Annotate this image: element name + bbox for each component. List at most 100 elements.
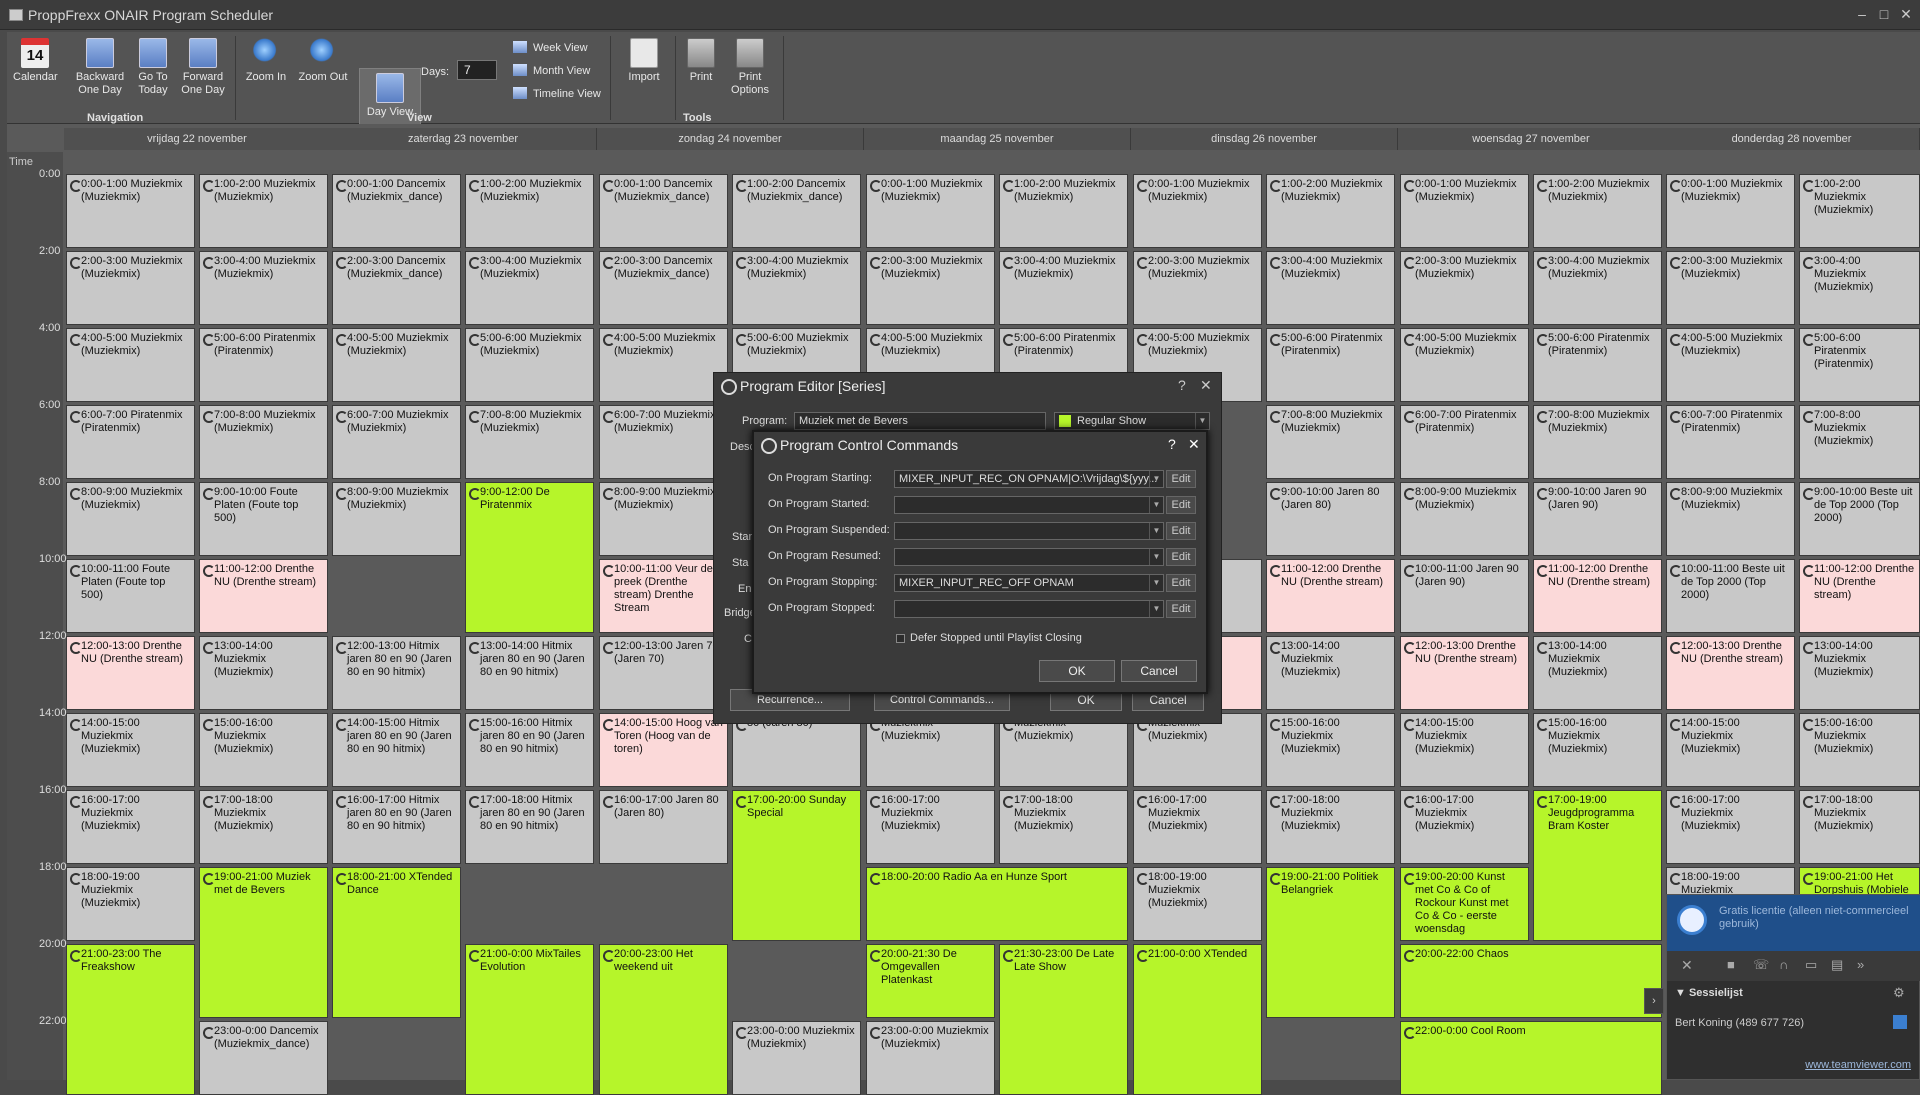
program-event[interactable]: 10:00-11:00 Veur de preek (Drenthe strea… [599, 559, 728, 633]
program-event[interactable]: 6:00-7:00 Piratenmix (Piratenmix) [1400, 405, 1529, 479]
program-event[interactable]: 4:00-5:00 Muziekmix (Muziekmix) [66, 328, 195, 402]
program-event[interactable]: 1:00-2:00 Dancemix (Muziekmix_dance) [732, 174, 861, 248]
program-event[interactable]: 20:00-21:30 De Omgevallen Platenkast [866, 944, 995, 1018]
chevron-right-icon[interactable]: › [1644, 988, 1664, 1014]
program-event[interactable]: 19:00-21:00 Politiek Belangriek [1266, 867, 1395, 1018]
program-event[interactable]: 9:00-10:00 Jaren 90 (Jaren 90) [1533, 482, 1662, 556]
program-event[interactable]: 8:00-9:00 Muziekmix (Muziekmix) [66, 482, 195, 556]
month-view-button[interactable]: Month View [513, 61, 590, 81]
program-event[interactable]: 0:00-1:00 Dancemix (Muziekmix_dance) [599, 174, 728, 248]
close-icon[interactable]: ✕ [1896, 4, 1916, 24]
program-event[interactable]: 9:00-10:00 Beste uit de Top 2000 (Top 20… [1799, 482, 1920, 556]
program-event[interactable]: 9:00-10:00 Jaren 80 (Jaren 80) [1266, 482, 1395, 556]
program-event[interactable]: 12:00-13:00 Drenthe NU (Drenthe stream) [1666, 636, 1795, 710]
program-event[interactable]: 11:00-12:00 Drenthe NU (Drenthe stream) [199, 559, 328, 633]
program-event[interactable]: 10:00-11:00 Beste uit de Top 2000 (Top 2… [1666, 559, 1795, 633]
session-list-title[interactable]: ▼ Sessielijst [1675, 987, 1743, 999]
edit-button[interactable]: Edit [1166, 574, 1196, 592]
program-event[interactable]: 4:00-5:00 Muziekmix (Muziekmix) [332, 328, 461, 402]
day-header[interactable]: donderdag 28 november [1664, 128, 1920, 150]
program-event[interactable]: 13:00-14:00 Muziekmix (Muziekmix) [1799, 636, 1920, 710]
program-event[interactable]: 8:00-9:00 Muziekmix (Muziekmix) [332, 482, 461, 556]
program-event[interactable]: 2:00-3:00 Dancemix (Muziekmix_dance) [332, 251, 461, 325]
zoom-in-button[interactable]: Zoom In [241, 38, 291, 84]
program-event[interactable]: 6:00-7:00 Muziekmix (Muziekmix) [332, 405, 461, 479]
program-event[interactable]: 14:00-15:00 Hitmix jaren 80 en 90 (Jaren… [332, 713, 461, 787]
program-event[interactable]: 6:00-7:00 Muziekmix (Muziekmix) [599, 405, 728, 479]
program-event[interactable]: 13:00-14:00 Muziekmix (Muziekmix) [1533, 636, 1662, 710]
program-event[interactable]: 17:00-18:00 Muziekmix (Muziekmix) [1266, 790, 1395, 864]
program-event[interactable]: 6:00-7:00 Piratenmix (Piratenmix) [1666, 405, 1795, 479]
command-field[interactable]: ▼ [894, 600, 1164, 618]
program-event[interactable]: 18:00-19:00 Muziekmix (Muziekmix) [66, 867, 195, 941]
days-spinner[interactable]: 7 [457, 60, 497, 80]
program-event[interactable]: 23:00-0:00 Dancemix (Muziekmix_dance) [199, 1021, 328, 1095]
program-event[interactable]: 1:00-2:00 Muziekmix (Muziekmix) [199, 174, 328, 248]
program-event[interactable]: 2:00-3:00 Muziekmix (Muziekmix) [1666, 251, 1795, 325]
program-event[interactable]: 16:00-17:00 Muziekmix (Muziekmix) [66, 790, 195, 864]
program-event[interactable]: 16:00-17:00 Hitmix jaren 80 en 90 (Jaren… [332, 790, 461, 864]
program-event[interactable]: 3:00-4:00 Muziekmix (Muziekmix) [732, 251, 861, 325]
import-button[interactable]: Import [619, 38, 669, 84]
program-event[interactable]: 17:00-18:00 Muziekmix (Muziekmix) [1799, 790, 1920, 864]
program-event[interactable]: 0:00-1:00 Dancemix (Muziekmix_dance) [332, 174, 461, 248]
edit-button[interactable]: Edit [1166, 548, 1196, 566]
print-button[interactable]: Print [681, 38, 721, 84]
command-field[interactable]: MIXER_INPUT_REC_OFF OPNAM ▼ [894, 574, 1164, 592]
maximize-icon[interactable]: □ [1874, 4, 1894, 24]
program-event[interactable]: 14:00-15:00 Muziekmix (Muziekmix) [66, 713, 195, 787]
timeline-view-button[interactable]: Timeline View [513, 84, 601, 104]
program-event[interactable]: 14:00-15:00 Muziekmix (Muziekmix) [1400, 713, 1529, 787]
help-icon[interactable]: ? [1168, 436, 1176, 452]
program-event[interactable]: 15:00-16:00 Muziekmix (Muziekmix) [199, 713, 328, 787]
program-event[interactable]: 17:00-18:00 Hitmix jaren 80 en 90 (Jaren… [465, 790, 594, 864]
program-event[interactable]: 4:00-5:00 Muziekmix (Muziekmix) [1666, 328, 1795, 402]
program-event[interactable]: Muziekmix (Muziekmix) [1133, 713, 1262, 787]
program-event[interactable]: 3:00-4:00 Muziekmix (Muziekmix) [999, 251, 1128, 325]
pcc-ok-button[interactable]: OK [1039, 660, 1115, 682]
program-event[interactable]: 13:00-14:00 Muziekmix (Muziekmix) [199, 636, 328, 710]
program-event[interactable]: 11:00-12:00 Drenthe NU (Drenthe stream) [1799, 559, 1920, 633]
program-event[interactable]: 8:00-9:00 Muziekmix (Muziekmix) [1400, 482, 1529, 556]
program-event[interactable]: 9:00-10:00 Foute Platen (Foute top 500) [199, 482, 328, 556]
program-event[interactable]: 10:00-11:00 Jaren 90 (Jaren 90) [1400, 559, 1529, 633]
program-event[interactable]: 16:00-17:00 Muziekmix (Muziekmix) [866, 790, 995, 864]
program-event[interactable]: 80 (Jaren 80) [732, 713, 861, 787]
program-event[interactable]: 11:00-12:00 Drenthe NU (Drenthe stream) [1533, 559, 1662, 633]
program-event[interactable]: 4:00-5:00 Muziekmix (Muziekmix) [1400, 328, 1529, 402]
program-event[interactable]: 17:00-20:00 Sunday Special [732, 790, 861, 941]
program-event[interactable]: 1:00-2:00 Muziekmix (Muziekmix) [1799, 174, 1920, 248]
command-field[interactable]: ▼ [894, 548, 1164, 566]
day-header[interactable]: zaterdag 23 november [330, 128, 597, 150]
program-event[interactable]: 1:00-2:00 Muziekmix (Muziekmix) [999, 174, 1128, 248]
program-event[interactable]: 7:00-8:00 Muziekmix (Muziekmix) [465, 405, 594, 479]
print-options-button[interactable]: Print Options [725, 38, 775, 97]
teamviewer-link[interactable]: www.teamviewer.com [1805, 1059, 1911, 1071]
program-event[interactable]: 13:00-14:00 Muziekmix (Muziekmix) [1266, 636, 1395, 710]
program-event[interactable]: 21:00-0:00 MixTailes Evolution [465, 944, 594, 1095]
command-field[interactable]: ▼ [894, 496, 1164, 514]
command-field[interactable]: ▼ [894, 522, 1164, 540]
program-event[interactable]: 21:00-0:00 XTended [1133, 944, 1262, 1095]
program-event[interactable]: 1:00-2:00 Muziekmix (Muziekmix) [1533, 174, 1662, 248]
program-event[interactable]: 20:00-22:00 Chaos [1400, 944, 1662, 1018]
program-event[interactable]: 9:00-12:00 De Piratenmix [465, 482, 594, 633]
program-event[interactable]: 5:00-6:00 Piratenmix (Piratenmix) [1266, 328, 1395, 402]
program-event[interactable]: 0:00-1:00 Muziekmix (Muziekmix) [66, 174, 195, 248]
program-event[interactable]: Muziekmix (Muziekmix) [999, 713, 1128, 787]
program-event[interactable]: 18:00-20:00 Radio Aa en Hunze Sport [866, 867, 1128, 941]
program-event[interactable]: 6:00-7:00 Piratenmix (Piratenmix) [66, 405, 195, 479]
day-header[interactable]: vrijdag 22 november [64, 128, 331, 150]
program-event[interactable]: 7:00-8:00 Muziekmix (Muziekmix) [1533, 405, 1662, 479]
program-event[interactable]: 2:00-3:00 Muziekmix (Muziekmix) [1400, 251, 1529, 325]
program-event[interactable]: 0:00-1:00 Muziekmix (Muziekmix) [1400, 174, 1529, 248]
program-event[interactable]: 21:30-23:00 De Late Late Show [999, 944, 1128, 1095]
program-event[interactable]: 2:00-3:00 Muziekmix (Muziekmix) [866, 251, 995, 325]
program-event[interactable]: 19:00-20:00 Kunst met Co & Co of Rockour… [1400, 867, 1529, 941]
program-event[interactable]: 17:00-19:00 Jeugdprogramma Bram Koster [1533, 790, 1662, 941]
pcc-cancel-button[interactable]: Cancel [1121, 660, 1197, 682]
session-user[interactable]: Bert Koning (489 677 726) [1675, 1017, 1804, 1029]
edit-button[interactable]: Edit [1166, 522, 1196, 540]
command-field[interactable]: MIXER_INPUT_REC_ON OPNAM|O:\Vrijdag\${yy… [894, 470, 1164, 488]
program-event[interactable]: 15:00-16:00 Muziekmix (Muziekmix) [1533, 713, 1662, 787]
